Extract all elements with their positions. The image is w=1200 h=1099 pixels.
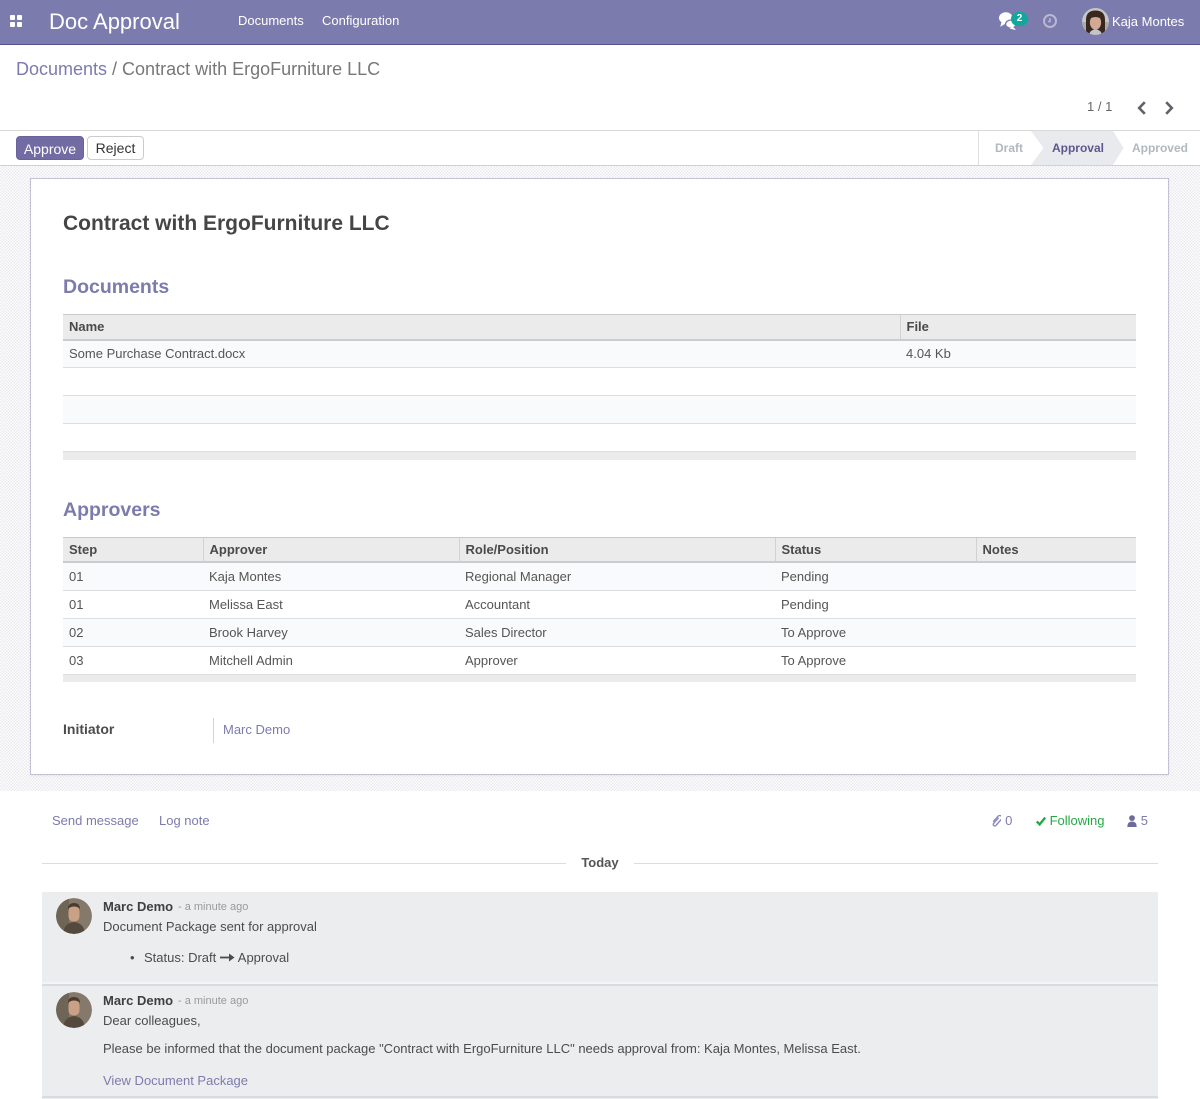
svg-text:Approved: Approved bbox=[1132, 141, 1188, 155]
svg-text:Approval: Approval bbox=[1052, 141, 1104, 155]
svg-text:Draft: Draft bbox=[995, 141, 1023, 155]
